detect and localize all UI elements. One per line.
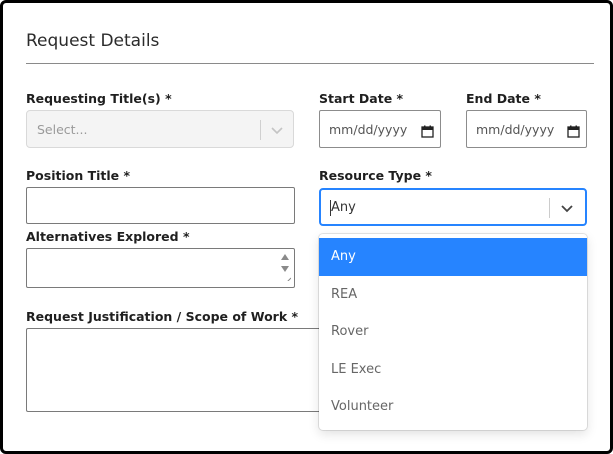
chevron-down-icon[interactable]: [559, 200, 575, 220]
requesting-titles-label: Requesting Title(s) *: [26, 91, 172, 106]
chevron-down-icon[interactable]: [269, 122, 285, 142]
calendar-icon[interactable]: [567, 123, 580, 142]
calendar-icon[interactable]: [421, 123, 434, 142]
resource-type-option[interactable]: Rover: [319, 313, 587, 351]
resize-handle-icon: [282, 277, 292, 287]
justification-label: Request Justification / Scope of Work *: [26, 309, 299, 324]
alternatives-explored-input[interactable]: [26, 248, 295, 288]
select-separator: [549, 198, 550, 218]
start-date-input[interactable]: mm/dd/yyyy: [319, 110, 441, 148]
resource-type-option[interactable]: Volunteer: [319, 388, 587, 426]
resource-type-option[interactable]: LE Exec: [319, 351, 587, 389]
section-title: Request Details: [26, 31, 160, 51]
resource-type-option[interactable]: REA: [319, 276, 587, 314]
request-details-panel: Request Details Requesting Title(s) * Se…: [0, 0, 613, 454]
requesting-titles-placeholder: Select...: [37, 122, 88, 137]
resource-type-select[interactable]: Any: [319, 188, 587, 226]
position-title-input[interactable]: [26, 187, 295, 224]
select-separator: [260, 120, 261, 140]
position-title-label: Position Title *: [26, 168, 131, 183]
end-date-label: End Date *: [466, 91, 541, 106]
end-date-placeholder: mm/dd/yyyy: [476, 122, 555, 137]
alternatives-explored-label: Alternatives Explored *: [26, 229, 190, 244]
requesting-titles-select[interactable]: Select...: [26, 110, 294, 148]
resource-type-label: Resource Type *: [319, 168, 432, 183]
end-date-input[interactable]: mm/dd/yyyy: [466, 110, 587, 148]
resource-type-menu: Any REA Rover LE Exec Volunteer: [319, 234, 587, 430]
justification-textarea[interactable]: [26, 328, 326, 412]
section-divider: [26, 63, 594, 64]
resource-type-option[interactable]: Any: [319, 238, 587, 276]
number-spinner[interactable]: [279, 251, 292, 287]
start-date-label: Start Date *: [319, 91, 404, 106]
resource-type-value: Any: [331, 200, 356, 215]
arrow-up-icon: [281, 254, 289, 260]
arrow-down-icon: [281, 266, 289, 272]
start-date-placeholder: mm/dd/yyyy: [329, 122, 408, 137]
